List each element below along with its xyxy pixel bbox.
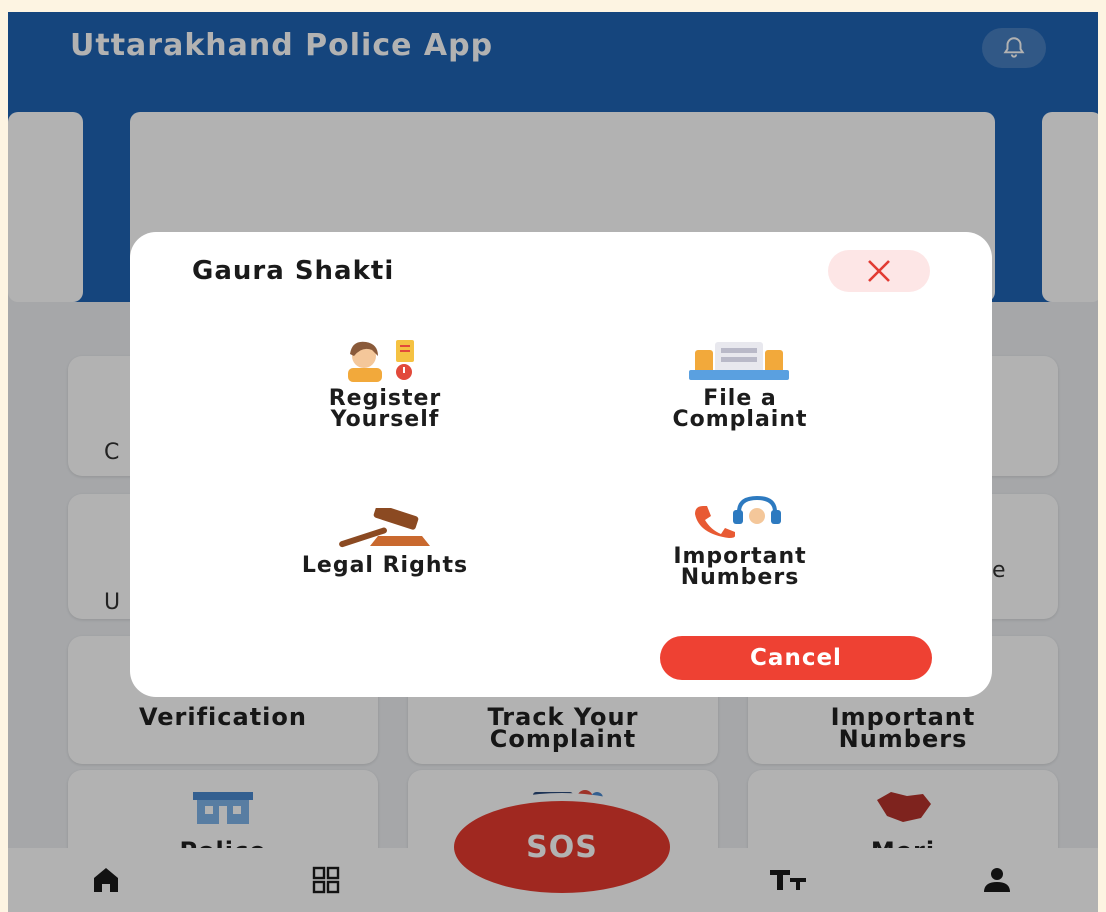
complaint-files-icon [689,342,789,380]
legal-rights-option[interactable]: Legal Rights [230,502,540,632]
important-numbers-option[interactable]: Important Numbers [585,492,895,622]
dialog-title: Gaura Shakti [192,256,395,286]
option-label: Complaint [672,407,808,432]
gavel-icon [339,508,430,548]
option-label: Legal Rights [301,553,469,578]
cancel-button[interactable]: Cancel [660,636,932,680]
gaura-shakti-dialog: Gaura Shakti Register Yourself File a Co… [130,232,992,697]
close-button[interactable] [828,250,930,292]
option-label: Register [328,386,442,411]
option-label: Important [673,544,807,569]
phone-headset-icon [695,495,781,538]
option-label: Yourself [330,407,440,432]
close-icon [868,260,890,282]
register-person-icon [348,340,414,382]
register-yourself-option[interactable]: Register Yourself [230,332,540,462]
option-label: Numbers [680,565,800,590]
option-label: File a [703,386,777,411]
file-complaint-option[interactable]: File a Complaint [585,332,895,462]
